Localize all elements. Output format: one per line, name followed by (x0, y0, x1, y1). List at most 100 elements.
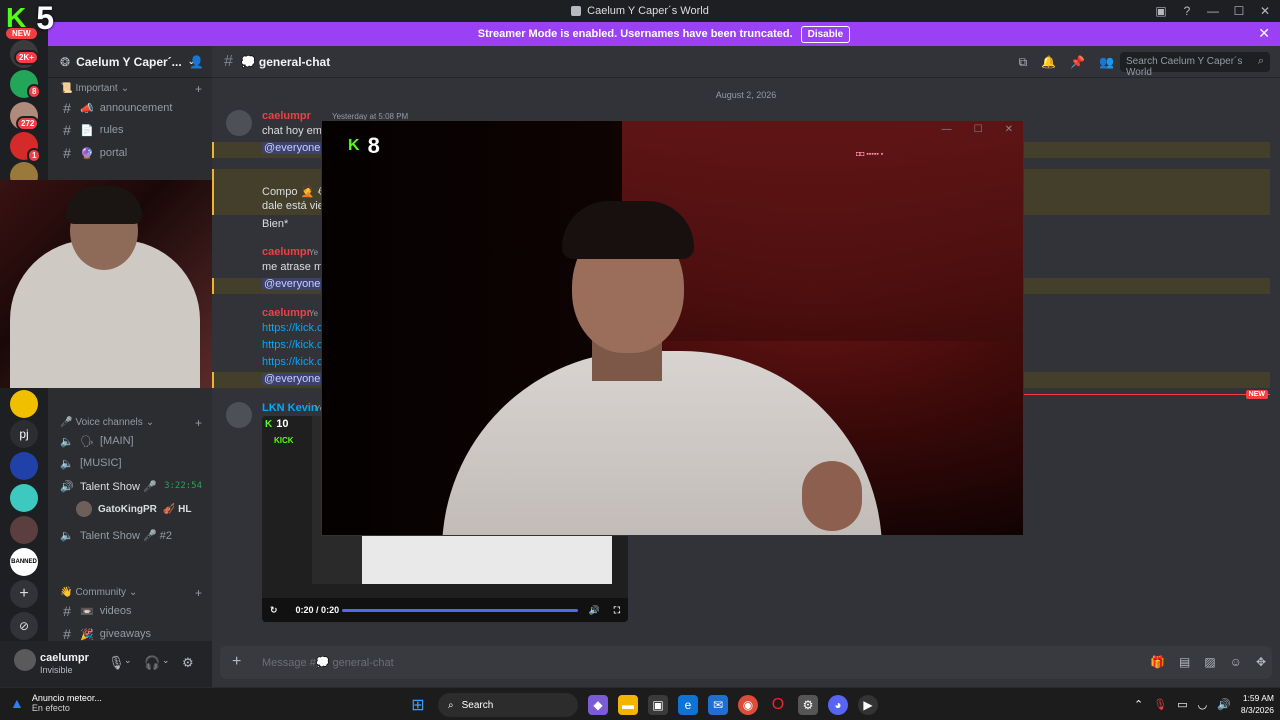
replay-icon[interactable]: ↻ (270, 605, 278, 616)
server-header[interactable]: ❂ Caelum Y Caper´... ⌄ 👤 (48, 46, 212, 78)
clock[interactable]: 1:59 AM 8/3/2026 (1241, 692, 1274, 716)
settings-gear-icon[interactable]: ⚙ (182, 655, 194, 671)
avatar[interactable] (226, 110, 252, 136)
apps-icon[interactable]: ✥ (1256, 655, 1266, 669)
add-attachment-icon[interactable]: + (232, 653, 241, 671)
message-link[interactable]: https://kick.c (262, 322, 323, 334)
voice-channel-talent-show-2[interactable]: 🔈 Talent Show 🎤 #2 (56, 524, 206, 546)
voice-channel-music[interactable]: 🔈 [MUSIC] (56, 452, 206, 474)
message-author[interactable]: caelumpr (262, 110, 311, 122)
message-author[interactable]: LKN Kevin (262, 402, 318, 414)
disable-button[interactable]: Disable (800, 25, 851, 43)
video-progress-bar[interactable] (342, 609, 578, 612)
add-channel-icon[interactable]: + (195, 586, 202, 600)
message-author[interactable]: caelumpr (262, 246, 311, 258)
channel-announcement[interactable]: # 📣 announcement (56, 97, 206, 119)
app-icon[interactable]: ⚙ (798, 695, 818, 715)
popout-video-window[interactable]: ◘◘ ▪▪▪▪▪ ▪ K 8 — ☐ ✕ (321, 120, 1024, 536)
windows-start-icon[interactable]: ⊞ (408, 695, 428, 715)
server-icon-pj[interactable]: pj (10, 420, 38, 448)
channel-rules[interactable]: # 📄 rules (56, 119, 206, 141)
hash-icon: # (63, 100, 71, 116)
microphone-icon[interactable]: 🎙 (108, 655, 125, 671)
search-input[interactable]: Search Caelum Y Caper´s World ⌕ (1120, 52, 1270, 78)
explore-icon[interactable]: ⊘ (10, 612, 38, 640)
opera-icon[interactable]: O (768, 695, 788, 715)
chrome-icon[interactable]: ◉ (738, 695, 758, 715)
chevron-down-icon[interactable]: ⌄ (124, 655, 132, 666)
microphone-icon[interactable]: 🎙 (1153, 698, 1167, 711)
copilot-icon[interactable]: ◆ (588, 695, 608, 715)
message-input[interactable]: + Message #💭 general-chat 🎁 ▤ ▨ ☺ ✥ (220, 646, 1272, 679)
mail-icon[interactable]: ✉ (708, 695, 728, 715)
channel-emoji: 💭 (240, 54, 256, 69)
minimize-icon[interactable]: — (942, 124, 952, 135)
server-icon-8[interactable] (10, 484, 38, 512)
message-link[interactable]: https://kick.c (262, 339, 323, 351)
pin-icon[interactable]: 📌 (1070, 55, 1085, 70)
mention-everyone[interactable]: @everyone (262, 278, 323, 290)
network-icon[interactable]: ▭ (1177, 698, 1187, 711)
server-icon-banned[interactable]: BANNED (10, 548, 38, 576)
members-icon[interactable]: 👥 (1099, 55, 1114, 70)
server-icon-9[interactable] (10, 516, 38, 544)
voice-user-name: GatoKingPR (98, 503, 157, 515)
mention-everyone[interactable]: @everyone (262, 373, 323, 385)
fullscreen-icon[interactable]: ⛶ (614, 605, 620, 616)
new-tag: NEW (6, 28, 37, 39)
server-icon-7[interactable] (10, 452, 38, 480)
file-explorer-icon[interactable]: ▬ (618, 695, 638, 715)
category-community[interactable]: 👋 Community ⌄ + (60, 586, 202, 600)
avatar[interactable] (14, 649, 36, 671)
avatar[interactable] (226, 402, 252, 428)
voice-channel-main[interactable]: 🔈 🗣 [MAIN] (56, 430, 206, 452)
category-important[interactable]: 📜 Important ⌄ + (60, 82, 202, 96)
discord-icon[interactable]: ◕ (828, 695, 848, 715)
sticker-icon[interactable]: ▨ (1204, 655, 1215, 669)
mention-everyone[interactable]: @everyone (262, 142, 323, 154)
weather-widget[interactable]: ▲ Anuncio meteor... En efecto (10, 693, 102, 713)
close-icon[interactable]: ✕ (1258, 4, 1272, 18)
stage-icon: 🔈 (60, 529, 74, 542)
channel-portal[interactable]: # 🔮 portal (56, 142, 206, 164)
chevron-up-icon[interactable]: ⌃ (1134, 698, 1143, 711)
minimize-icon[interactable]: — (1206, 4, 1220, 18)
add-channel-icon[interactable]: + (195, 416, 202, 430)
headphones-icon[interactable]: 🎧 (144, 655, 160, 671)
kick-counter: 5 (36, 0, 55, 36)
volume-icon[interactable]: 🔊 (589, 605, 600, 616)
help-icon[interactable]: ? (1180, 4, 1194, 18)
maximize-icon[interactable]: ☐ (974, 124, 983, 135)
banner-close-icon[interactable]: ✕ (1258, 26, 1270, 40)
voice-user[interactable]: GatoKingPR 🎻 HL (76, 501, 191, 517)
taskbar: ▲ Anuncio meteor... En efecto ⊞ ⌕ Search… (0, 687, 1280, 720)
inbox-icon[interactable]: ▣ (1154, 4, 1168, 18)
threads-icon[interactable]: ⧉ (1019, 55, 1028, 70)
gift-icon[interactable]: 🎁 (1150, 655, 1165, 669)
message-link[interactable]: https://kick.c (262, 356, 323, 368)
channel-videos[interactable]: # 📼 videos (56, 600, 206, 622)
edge-icon[interactable]: e (678, 695, 698, 715)
add-channel-icon[interactable]: + (195, 82, 202, 96)
chevron-down-icon[interactable]: ⌄ (162, 655, 170, 666)
user-status: Invisible (40, 665, 73, 675)
maximize-icon[interactable]: ☐ (1232, 4, 1246, 18)
emoji-icon[interactable]: ☺ (1230, 655, 1242, 669)
close-icon[interactable]: ✕ (1005, 124, 1013, 135)
server-icon-6[interactable] (10, 390, 38, 418)
server-badge: 2K+ (14, 50, 39, 65)
scroll-icon: 📜 (60, 83, 73, 94)
bell-icon[interactable]: 🔔 (1041, 55, 1056, 70)
media-player-icon[interactable]: ▶ (858, 695, 878, 715)
wifi-icon[interactable]: ◡ (1198, 698, 1208, 711)
volume-icon[interactable]: 🔊 (1217, 698, 1231, 711)
voice-channel-talent-show[interactable]: 🔊 Talent Show 🎤 3:22:54 (56, 475, 206, 497)
gif-icon[interactable]: ▤ (1179, 655, 1190, 669)
category-voice[interactable]: 🎤 Voice channels ⌄ + (60, 416, 202, 430)
message-text: Compo 🤦 😭 (262, 186, 322, 198)
add-server-icon[interactable]: + (10, 580, 38, 608)
store-icon[interactable]: ▣ (648, 695, 668, 715)
taskbar-search[interactable]: ⌕ Search (438, 693, 578, 717)
add-member-icon[interactable]: 👤 (189, 55, 204, 69)
message-author[interactable]: caelumpr (262, 307, 311, 319)
